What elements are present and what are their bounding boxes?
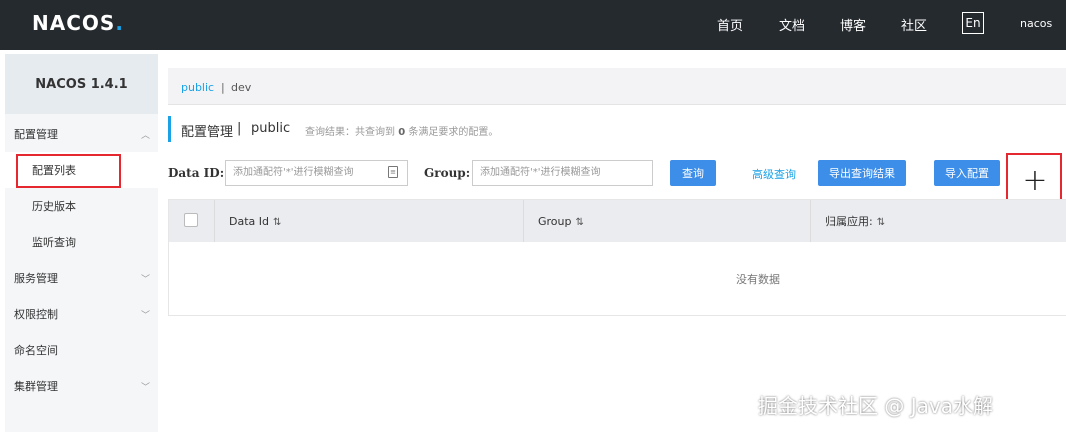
query-button[interactable]: 查询 <box>670 160 716 186</box>
column-label: Data Id <box>229 214 269 228</box>
sort-icon[interactable]: ⇅ <box>576 217 584 228</box>
column-group[interactable]: Group ⇅ <box>524 200 811 242</box>
namespace-dev-link[interactable]: dev <box>231 81 251 94</box>
title-separator: | <box>237 121 242 136</box>
sidebar-item-config-management[interactable]: 配置管理 ︿ <box>5 116 158 152</box>
column-label: 归属应用: <box>825 215 873 228</box>
sidebar-item-history[interactable]: 历史版本 <box>5 188 158 224</box>
column-label: Group <box>538 214 572 228</box>
sidebar-item-access-control[interactable]: 权限控制 ﹀ <box>5 296 158 332</box>
user-name[interactable]: nacos <box>1020 17 1052 30</box>
sidebar-item-label: 监听查询 <box>32 236 76 249</box>
nav-docs[interactable]: 文档 <box>779 15 805 34</box>
page-title-block: 配置管理 | public <box>168 116 290 142</box>
highlight-box-config-list <box>16 154 121 188</box>
sort-icon[interactable]: ⇅ <box>877 217 885 228</box>
sidebar-item-label: 命名空间 <box>14 344 58 357</box>
data-id-label: Data ID: <box>168 166 225 180</box>
nav-home[interactable]: 首页 <box>717 15 743 34</box>
nav-community[interactable]: 社区 <box>901 15 927 34</box>
table-header: Data Id ⇅ Group ⇅ 归属应用: ⇅ <box>169 200 1066 242</box>
sidebar-item-label: 服务管理 <box>14 272 58 285</box>
namespace-public-link[interactable]: public <box>181 81 214 94</box>
sidebar-item-listener-query[interactable]: 监听查询 <box>5 224 158 260</box>
group-label: Group: <box>424 166 471 180</box>
page-title: 配置管理 <box>181 125 234 140</box>
sidebar-item-label: 权限控制 <box>14 308 58 321</box>
column-app[interactable]: 归属应用: ⇅ <box>811 200 1066 242</box>
data-id-input[interactable]: 添加通配符'*'进行模糊查询 <box>225 160 408 186</box>
sidebar-item-service-management[interactable]: 服务管理 ﹀ <box>5 260 158 296</box>
chevron-down-icon: ﹀ <box>140 310 150 321</box>
version-label: NACOS 1.4.1 <box>5 54 158 114</box>
empty-state: 没有数据 <box>736 273 780 286</box>
advanced-query-link[interactable]: 高级查询 <box>752 166 796 182</box>
select-all-checkbox[interactable] <box>184 213 198 227</box>
sidebar-item-namespace[interactable]: 命名空间 <box>5 332 158 368</box>
sidebar: NACOS 1.4.1 配置管理 ︿ 配置列表 历史版本 监听查询 服务管理 ﹀… <box>5 54 158 432</box>
export-results-button[interactable]: 导出查询结果 <box>818 160 906 186</box>
clipboard-icon[interactable]: ≡ <box>388 166 398 178</box>
logo-text: NACOS <box>32 11 116 35</box>
chevron-up-icon: ︿ <box>140 130 150 141</box>
config-table: Data Id ⇅ Group ⇅ 归属应用: ⇅ 没有数据 <box>168 199 1066 316</box>
namespace-separator: | <box>221 81 225 94</box>
sidebar-item-label: 配置管理 <box>14 128 58 141</box>
column-data-id[interactable]: Data Id ⇅ <box>215 200 524 242</box>
namespace-bar: public | dev <box>168 68 1066 105</box>
select-all-column <box>169 200 215 242</box>
sort-icon[interactable]: ⇅ <box>273 217 281 228</box>
chevron-down-icon: ﹀ <box>140 274 150 285</box>
nav-blog[interactable]: 博客 <box>840 15 866 34</box>
group-input[interactable]: 添加通配符'*'进行模糊查询 <box>472 160 653 186</box>
result-suffix: 条满足要求的配置。 <box>408 127 499 138</box>
nacos-logo[interactable]: NACOS. <box>32 11 124 35</box>
sidebar-item-cluster-management[interactable]: 集群管理 ﹀ <box>5 368 158 404</box>
sidebar-item-label: 历史版本 <box>32 200 76 213</box>
top-header: NACOS. 首页 文档 博客 社区 En nacos <box>0 0 1066 50</box>
chevron-down-icon: ﹀ <box>140 382 150 393</box>
title-namespace: public <box>251 121 291 136</box>
query-result-text: 查询结果：共查询到 0 条满足要求的配置。 <box>305 123 498 138</box>
language-toggle-button[interactable]: En <box>962 12 984 34</box>
result-count: 0 <box>398 127 406 138</box>
result-prefix: 查询结果：共查询到 <box>305 127 395 138</box>
logo-dot: . <box>115 11 124 35</box>
watermark-text: 掘金技术社区 @ Java水解 <box>758 394 993 418</box>
sidebar-item-label: 集群管理 <box>14 380 58 393</box>
import-config-button[interactable]: 导入配置 <box>934 160 1000 186</box>
